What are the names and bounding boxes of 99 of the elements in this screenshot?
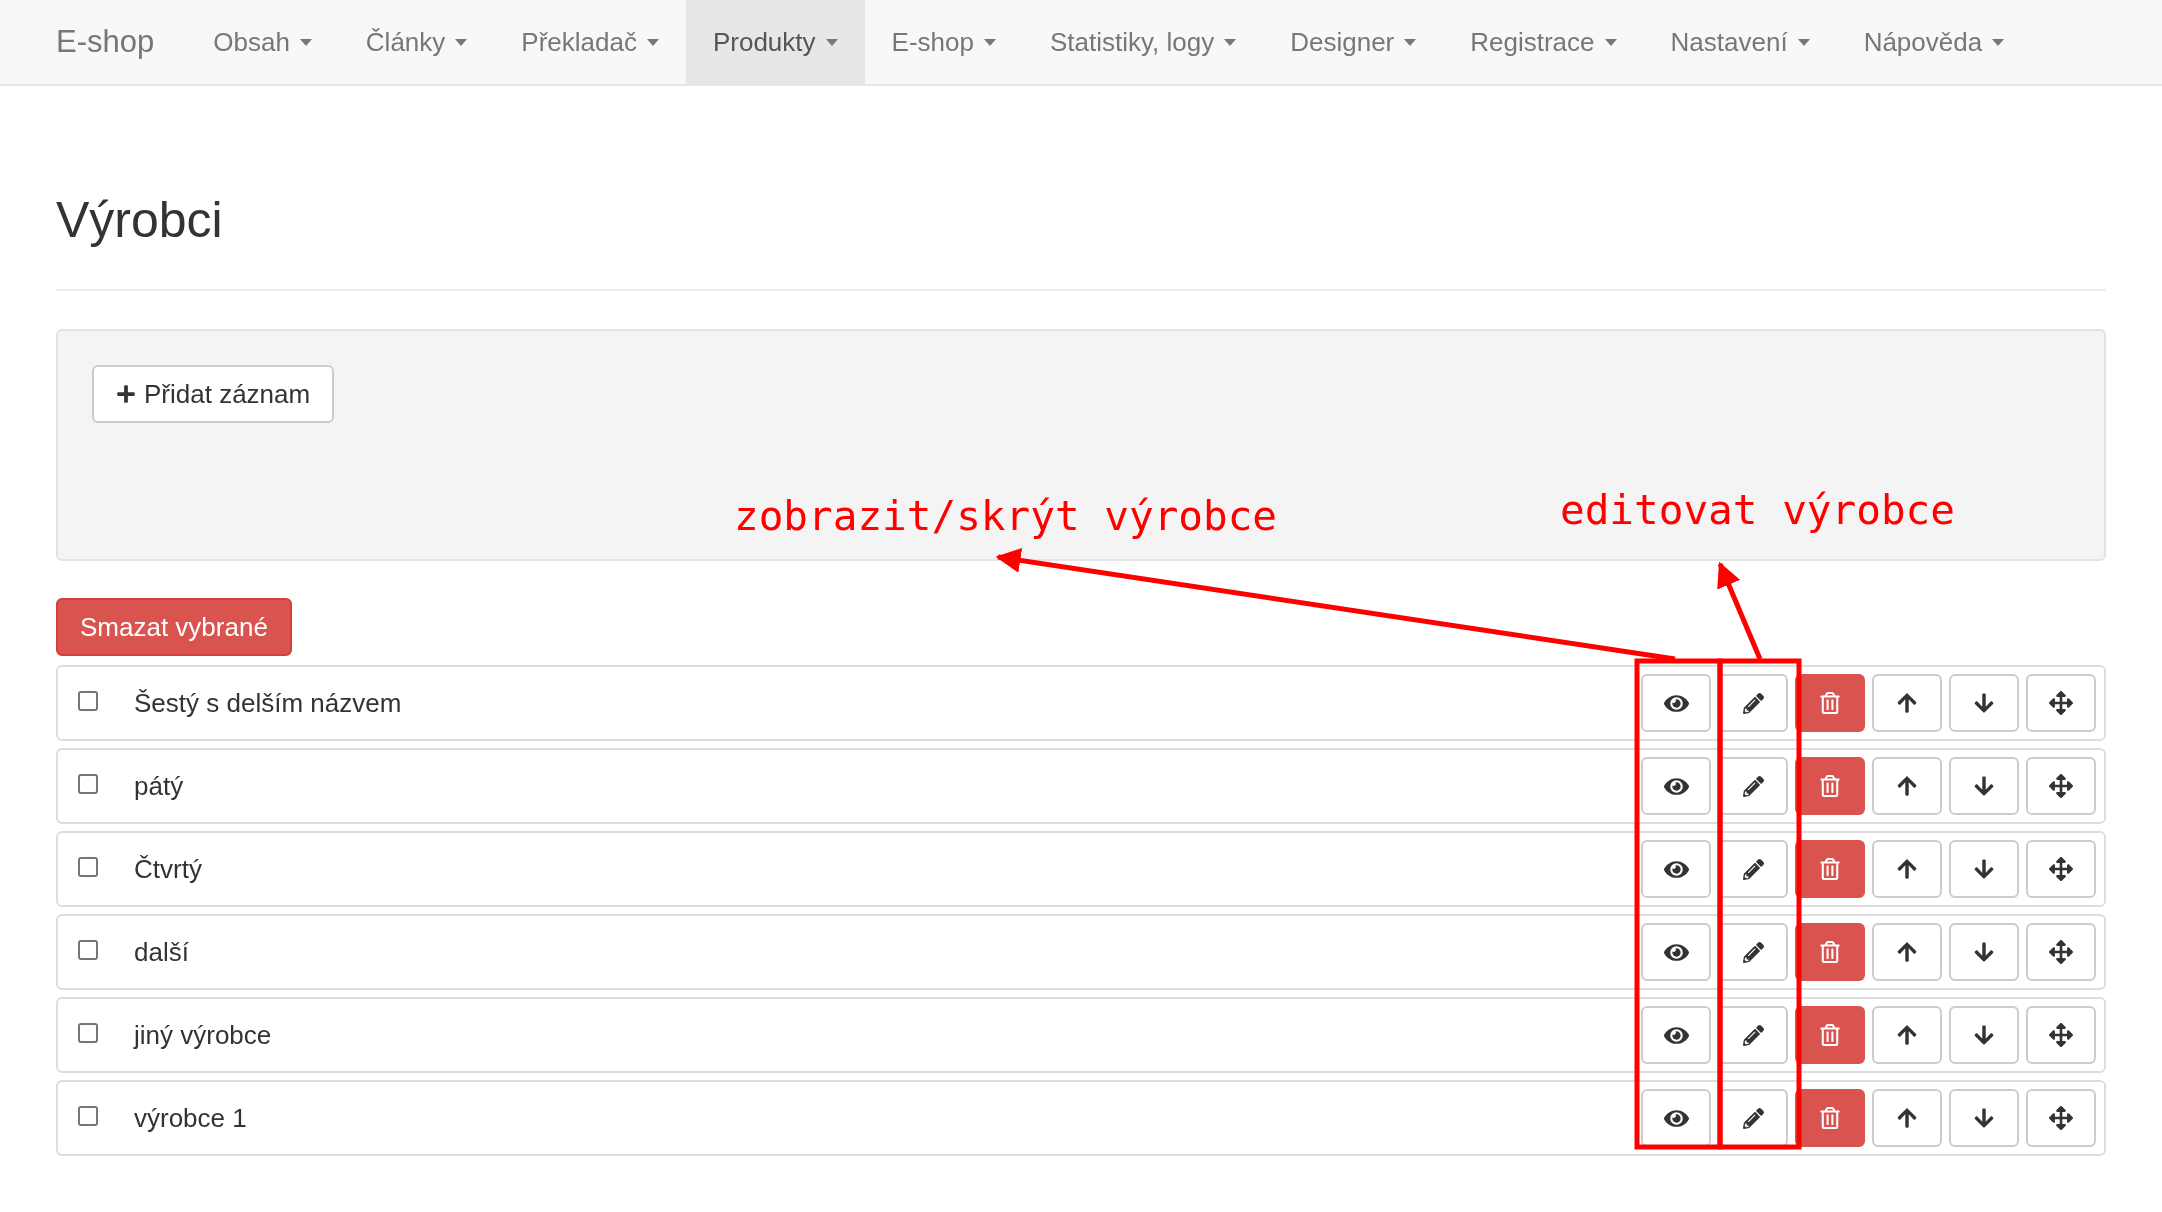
page-title: Výrobci: [56, 191, 224, 250]
nav-menu-item[interactable]: Produkty: [685, 0, 865, 84]
visibility-button[interactable]: [1641, 923, 1711, 981]
move-down-button[interactable]: [1949, 757, 2019, 815]
checkbox[interactable]: [78, 774, 98, 794]
checkbox[interactable]: [78, 691, 98, 711]
brand-link[interactable]: E-shop: [56, 18, 155, 66]
pencil-icon: [1742, 1107, 1764, 1129]
nav-menu-item[interactable]: Články: [338, 0, 495, 84]
caret-icon: [299, 38, 312, 46]
arrow-down-icon: [1973, 1024, 1995, 1046]
visibility-button[interactable]: [1641, 840, 1711, 898]
caret-icon: [455, 38, 468, 46]
nav-menu-item[interactable]: Nápověda: [1836, 0, 2032, 84]
plus-icon: [116, 384, 136, 404]
arrow-down-icon: [1973, 858, 1995, 880]
arrow-up-icon: [1896, 858, 1918, 880]
checkbox[interactable]: [78, 1106, 98, 1126]
arrow-down-icon: [1973, 941, 1995, 963]
nav-menu-item[interactable]: Statistiky, logy: [1022, 0, 1264, 84]
annotation-label: editovat výrobce: [1560, 485, 1955, 536]
manufacturer-name: jiný výrobce: [134, 1018, 273, 1052]
move-down-button[interactable]: [1949, 923, 2019, 981]
trash-icon: [1820, 775, 1840, 797]
manufacturer-name: další: [134, 935, 190, 969]
trash-icon: [1820, 941, 1840, 963]
arrow-down-icon: [1973, 1107, 1995, 1129]
move-up-button[interactable]: [1872, 674, 1942, 732]
delete-selected-button[interactable]: Smazat vybrané: [56, 598, 292, 656]
move-up-button[interactable]: [1872, 757, 1942, 815]
manufacturer-name: výrobce 1: [134, 1101, 248, 1135]
delete-button[interactable]: [1795, 757, 1865, 815]
move-up-button[interactable]: [1872, 923, 1942, 981]
checkbox[interactable]: [78, 1023, 98, 1043]
drag-handle-button[interactable]: [2026, 757, 2096, 815]
visibility-button[interactable]: [1641, 1006, 1711, 1064]
delete-button[interactable]: [1795, 1006, 1865, 1064]
move-icon: [2049, 774, 2073, 798]
trash-icon: [1820, 692, 1840, 714]
arrow-up-icon: [1896, 1024, 1918, 1046]
drag-handle-button[interactable]: [2026, 674, 2096, 732]
manufacturer-name: Čtvrtý: [134, 852, 203, 886]
caret-icon: [1604, 38, 1617, 46]
move-down-button[interactable]: [1949, 840, 2019, 898]
caret-icon: [646, 38, 659, 46]
drag-handle-button[interactable]: [2026, 1089, 2096, 1147]
move-up-button[interactable]: [1872, 840, 1942, 898]
caret-icon: [983, 38, 996, 46]
move-icon: [2049, 1023, 2073, 1047]
move-icon: [2049, 691, 2073, 715]
move-up-button[interactable]: [1872, 1089, 1942, 1147]
nav-menu-item[interactable]: Obsah: [186, 0, 339, 84]
arrow-down-icon: [1973, 775, 1995, 797]
pencil-icon: [1742, 1024, 1764, 1046]
checkbox[interactable]: [78, 857, 98, 877]
manufacturer-name: pátý: [134, 769, 185, 803]
delete-button[interactable]: [1795, 840, 1865, 898]
arrow-up-icon: [1896, 775, 1918, 797]
move-icon: [2049, 1106, 2073, 1130]
drag-handle-button[interactable]: [2026, 923, 2096, 981]
delete-button[interactable]: [1795, 923, 1865, 981]
annotation-label: zobrazit/skrýt výrobce: [734, 491, 1278, 542]
nav-menu-item[interactable]: Nastavení: [1643, 0, 1837, 84]
arrow-up-icon: [1896, 1107, 1918, 1129]
nav-menu-item[interactable]: Překladač: [494, 0, 686, 84]
trash-icon: [1820, 1107, 1840, 1129]
caret-icon: [1404, 38, 1417, 46]
nav-menu-item[interactable]: E-shop: [864, 0, 1023, 84]
pencil-icon: [1742, 941, 1764, 963]
nav-menu-item[interactable]: Designer: [1263, 0, 1444, 84]
trash-icon: [1820, 1024, 1840, 1046]
add-record-button[interactable]: Přidat záznam: [92, 365, 335, 423]
visibility-button[interactable]: [1641, 757, 1711, 815]
caret-icon: [825, 38, 838, 46]
manufacturer-name: Šestý s delším názvem: [134, 686, 403, 720]
pencil-icon: [1742, 775, 1764, 797]
move-down-button[interactable]: [1949, 674, 2019, 732]
drag-handle-button[interactable]: [2026, 840, 2096, 898]
nav-menu-item[interactable]: Registrace: [1443, 0, 1644, 84]
caret-icon: [1797, 38, 1810, 46]
visibility-button[interactable]: [1641, 674, 1711, 732]
caret-icon: [1224, 38, 1237, 46]
arrow-down-icon: [1973, 692, 1995, 714]
caret-icon: [1992, 38, 2005, 46]
pencil-icon: [1742, 692, 1764, 714]
move-up-button[interactable]: [1872, 1006, 1942, 1064]
drag-handle-button[interactable]: [2026, 1006, 2096, 1064]
trash-icon: [1820, 858, 1840, 880]
move-icon: [2049, 940, 2073, 964]
arrow-up-icon: [1896, 941, 1918, 963]
arrow-up-icon: [1896, 692, 1918, 714]
pencil-icon: [1742, 858, 1764, 880]
checkbox[interactable]: [78, 940, 98, 960]
delete-button[interactable]: [1795, 674, 1865, 732]
delete-button[interactable]: [1795, 1089, 1865, 1147]
move-down-button[interactable]: [1949, 1006, 2019, 1064]
move-down-button[interactable]: [1949, 1089, 2019, 1147]
visibility-button[interactable]: [1641, 1089, 1711, 1147]
move-icon: [2049, 857, 2073, 881]
